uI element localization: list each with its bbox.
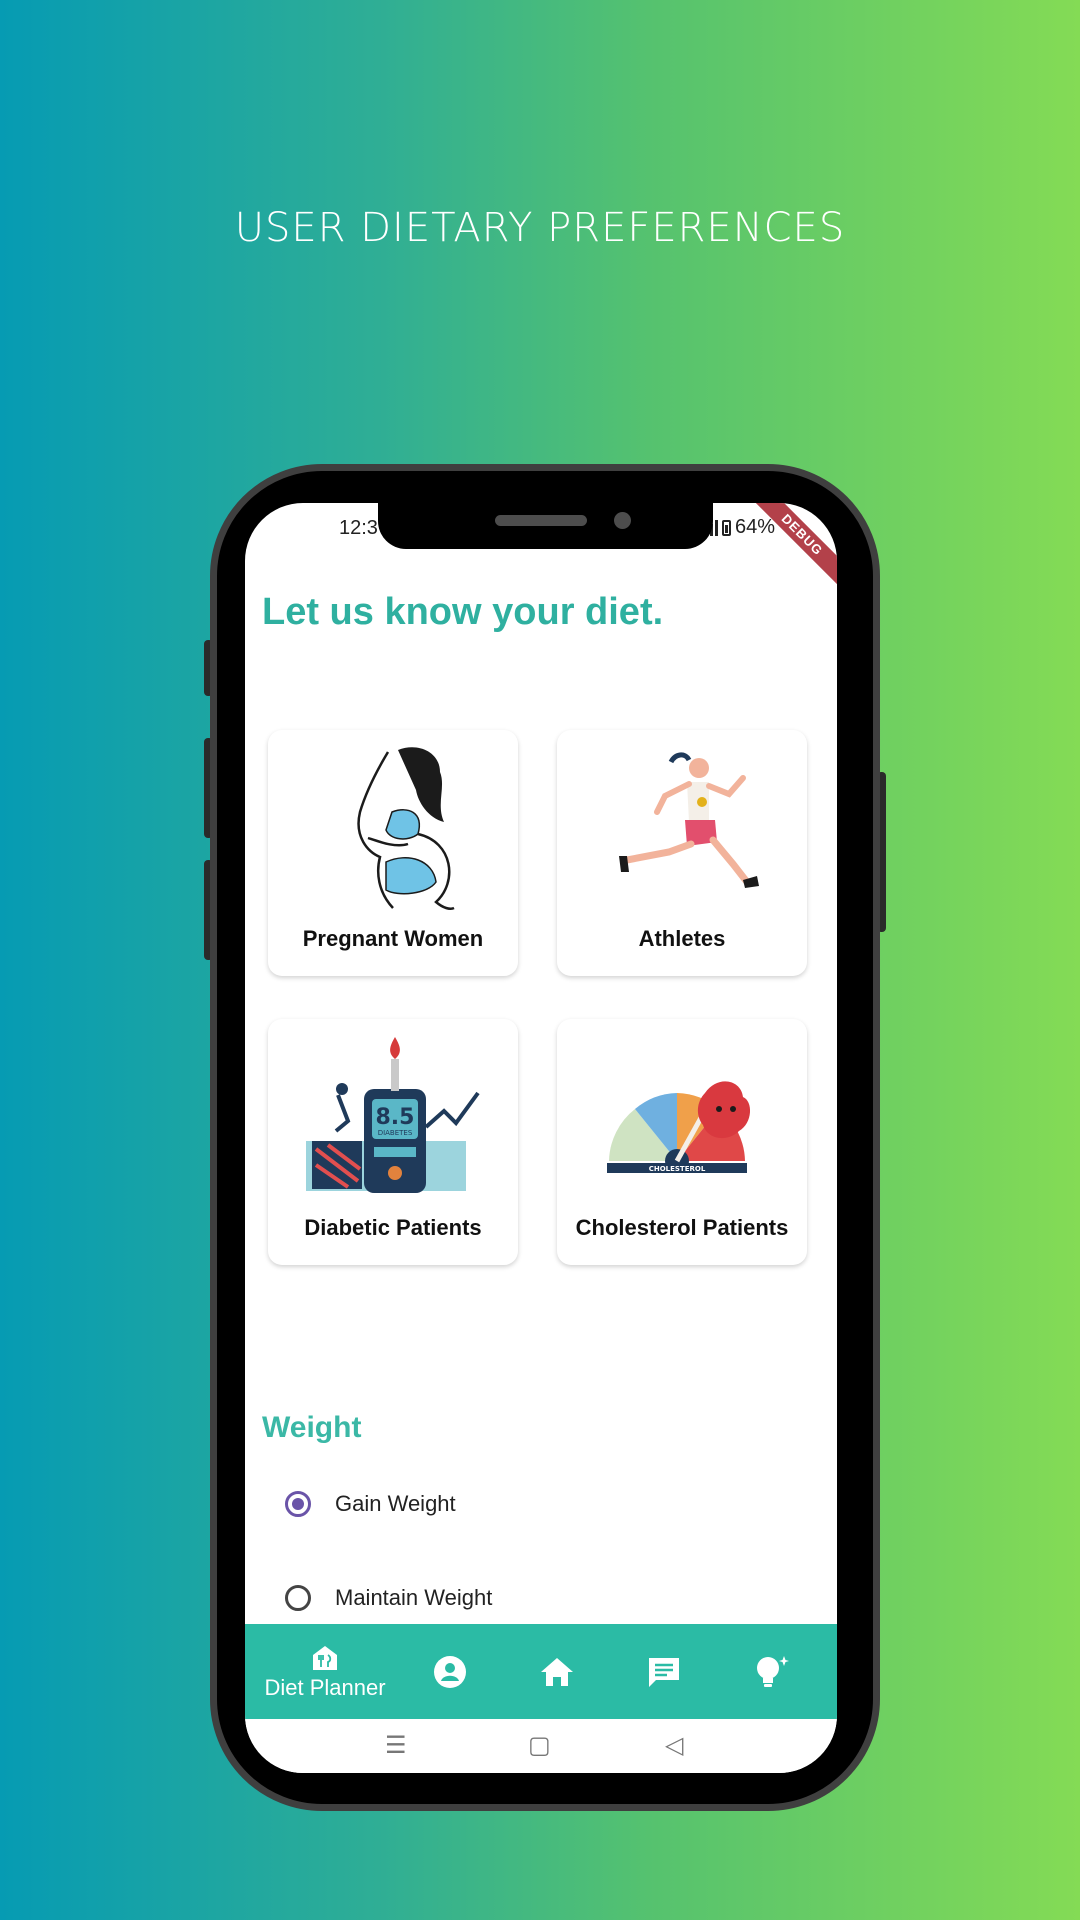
category-card-cholesterol-patients[interactable]: CHOLESTEROL Cholesterol Patients <box>557 1019 807 1265</box>
category-card-pregnant-women[interactable]: Pregnant Women <box>268 730 518 976</box>
diet-planner-icon <box>313 1645 337 1670</box>
running-athlete-illustration <box>619 752 759 888</box>
nav-item-chat[interactable] <box>629 1624 699 1719</box>
back-icon[interactable]: ◁ <box>665 1731 683 1760</box>
lightbulb-icon <box>757 1655 789 1687</box>
phone-speaker <box>495 515 587 526</box>
recent-apps-icon[interactable]: ☰ <box>385 1731 407 1760</box>
pregnant-woman-illustration <box>357 747 455 910</box>
battery-icon <box>722 519 731 536</box>
radio-option-maintain-weight[interactable]: Maintain Weight <box>285 1585 492 1611</box>
bottom-nav: Diet Planner <box>245 1624 837 1719</box>
profile-icon <box>434 1655 466 1688</box>
category-label: Athletes <box>638 926 726 951</box>
category-label: Pregnant Women <box>302 926 484 951</box>
diabetes-caption: DIABETES <box>378 1129 413 1137</box>
page-heading: Let us know your diet. <box>262 591 664 633</box>
diabetes-reading: 8.5 <box>376 1105 415 1130</box>
category-label: Cholesterol Patients <box>575 1215 789 1240</box>
home-button-icon[interactable]: ▢ <box>528 1731 551 1760</box>
cholesterol-caption: CHOLESTEROL <box>649 1165 706 1173</box>
category-card-athletes[interactable]: Athletes <box>557 730 807 976</box>
category-card-diabetic-patients[interactable]: 8.5 DIABETES Diabetic Patients <box>268 1019 518 1265</box>
radio-label: Gain Weight <box>335 1491 456 1516</box>
nav-label: Diet Planner <box>264 1674 386 1700</box>
battery-percent: 64% <box>735 516 776 538</box>
radio-button-maintain-weight[interactable] <box>285 1585 311 1611</box>
promo-title: USER DIETARY PREFERENCES <box>234 205 846 251</box>
phone-notch <box>378 503 713 549</box>
nav-item-profile[interactable] <box>415 1624 485 1719</box>
nav-item-home[interactable] <box>522 1624 592 1719</box>
nav-item-diet-planner[interactable]: Diet Planner <box>255 1624 395 1719</box>
home-icon <box>541 1657 573 1686</box>
chat-icon <box>649 1657 679 1687</box>
weight-section-title: Weight <box>262 1411 362 1444</box>
status-time: 12:3 <box>339 517 378 539</box>
radio-label: Maintain Weight <box>335 1585 493 1610</box>
nav-item-tips[interactable] <box>736 1624 806 1719</box>
radio-button-gain-weight[interactable] <box>285 1491 311 1517</box>
phone-screen: 12:3 64% DEBUG Let us know your diet. Pr… <box>245 503 837 1773</box>
radio-option-gain-weight[interactable]: Gain Weight <box>285 1491 456 1517</box>
phone-camera <box>614 512 631 529</box>
cholesterol-gauge-illustration: CHOLESTEROL <box>607 1081 751 1173</box>
glucose-meter-illustration: 8.5 DIABETES <box>306 1037 480 1193</box>
category-label: Diabetic Patients <box>304 1215 482 1240</box>
system-nav-bar: ☰ ▢ ◁ <box>245 1719 837 1773</box>
